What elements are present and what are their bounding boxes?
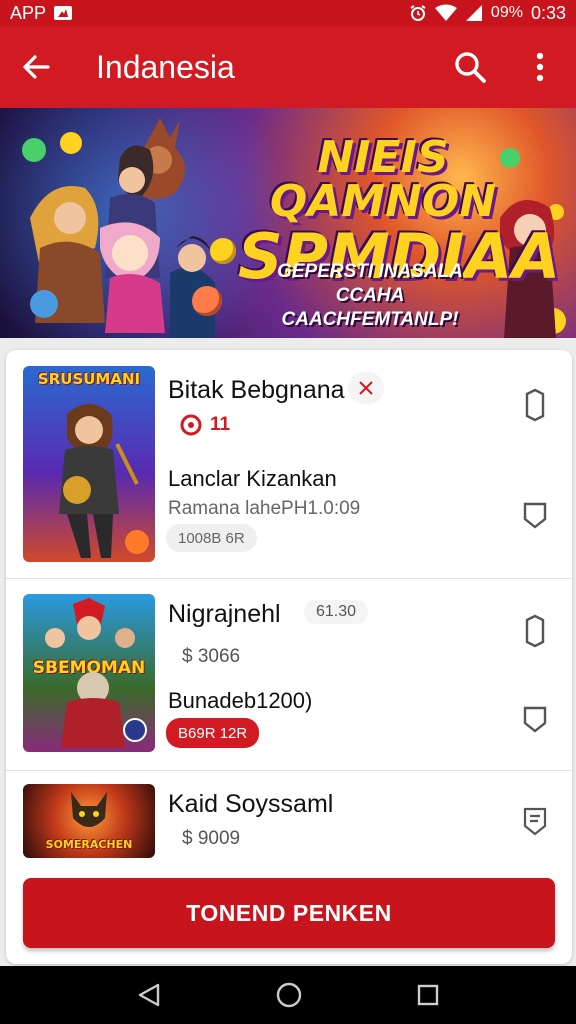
tag-icon [523, 502, 547, 529]
tag-button[interactable] [518, 702, 552, 736]
search-icon [455, 52, 486, 83]
back-arrow-icon [23, 55, 50, 79]
status-app-label: APP [10, 2, 47, 23]
bookmark-icon [525, 388, 545, 422]
game-name: Kaid Soyssaml [168, 790, 334, 818]
list-item[interactable]: SOMERACHEN Kaid Soyssaml $ 9009 [6, 772, 572, 872]
thumbnail-creature-art [71, 792, 107, 827]
version-tag: 61.30 [304, 600, 369, 624]
signal-icon [465, 5, 482, 21]
search-button[interactable] [452, 49, 488, 85]
battery-percent: 09% [490, 4, 523, 21]
recents-square-icon[interactable] [416, 983, 440, 1007]
image-notification-icon [54, 6, 73, 20]
system-nav-bar [0, 966, 576, 1024]
thumbnail-hero-art [59, 404, 139, 558]
game-thumbnail[interactable]: SRUSUMANI [23, 366, 155, 562]
status-bar: APP 09% 0:33 [0, 0, 576, 26]
price: $ 3066 [182, 646, 241, 667]
list-item[interactable]: SRUSUMANI Bitak Bebgnana 11 Lanclar Kiza… [6, 350, 572, 578]
list-item[interactable]: SBEMOMAN Nigrajnehl 61.30 $ 3066 Bunadeb… [6, 580, 572, 770]
game-chip[interactable]: 1008B 6R [166, 524, 257, 552]
rating-value: 11 [210, 414, 231, 435]
wifi-icon [434, 4, 457, 21]
promo-banner[interactable]: NIEIS QAMNON SPMDIAA GEPERSTI INASALA CC… [0, 108, 576, 338]
tag-icon [523, 706, 547, 733]
close-tag-icon[interactable] [348, 372, 384, 404]
banner-subtitle-line1: GEPERSTI INASALA CCAHA [277, 261, 463, 306]
tag-icon [523, 807, 547, 836]
page-title: Indanesia [96, 48, 235, 85]
home-circle-icon[interactable] [275, 981, 303, 1009]
more-options-button[interactable] [522, 49, 558, 85]
more-vert-icon [536, 52, 544, 82]
bookmark-button[interactable] [518, 388, 552, 422]
banner-subtitle-line2: CAACHFEMTANLP! [281, 308, 459, 330]
game-subtitle: Bunadeb1200) [168, 688, 313, 713]
banner-heading-line1: NIEIS QAMNON [269, 132, 497, 227]
thumbnail-title: SOMERACHEN [45, 838, 133, 851]
tag-button[interactable] [518, 804, 552, 838]
game-list-card: SRUSUMANI Bitak Bebgnana 11 Lanclar Kiza… [6, 350, 572, 964]
game-subtitle: Lanclar Kizankan [168, 466, 337, 491]
divider [6, 770, 572, 771]
app-bar: Indanesia [0, 26, 576, 108]
back-triangle-icon[interactable] [136, 982, 162, 1008]
bookmark-icon [525, 614, 545, 648]
game-thumbnail[interactable]: SBEMOMAN [23, 594, 155, 752]
divider [6, 578, 572, 579]
game-chip[interactable]: B69R 12R [166, 718, 260, 748]
clock-time: 0:33 [530, 2, 566, 23]
gear-badge-icon [180, 414, 202, 436]
game-name: Nigrajnehl [168, 600, 281, 628]
primary-action-button[interactable]: TONEND PENKEN [23, 878, 555, 948]
bookmark-button[interactable] [518, 614, 552, 648]
back-button[interactable] [18, 49, 54, 85]
banner-subtitle: GEPERSTI INASALA CCAHA CAACHFEMTANLP! [250, 260, 490, 331]
game-meta: Ramana lahePH1.0:09 [168, 498, 361, 519]
thumbnail-title: SRUSUMANI [37, 370, 141, 388]
alarm-icon [410, 5, 426, 21]
price: $ 9009 [182, 828, 241, 849]
game-name: Bitak Bebgnana [168, 376, 345, 404]
rating-row: 11 [180, 414, 230, 436]
game-thumbnail[interactable]: SOMERACHEN [23, 784, 155, 858]
tag-button[interactable] [518, 498, 552, 532]
